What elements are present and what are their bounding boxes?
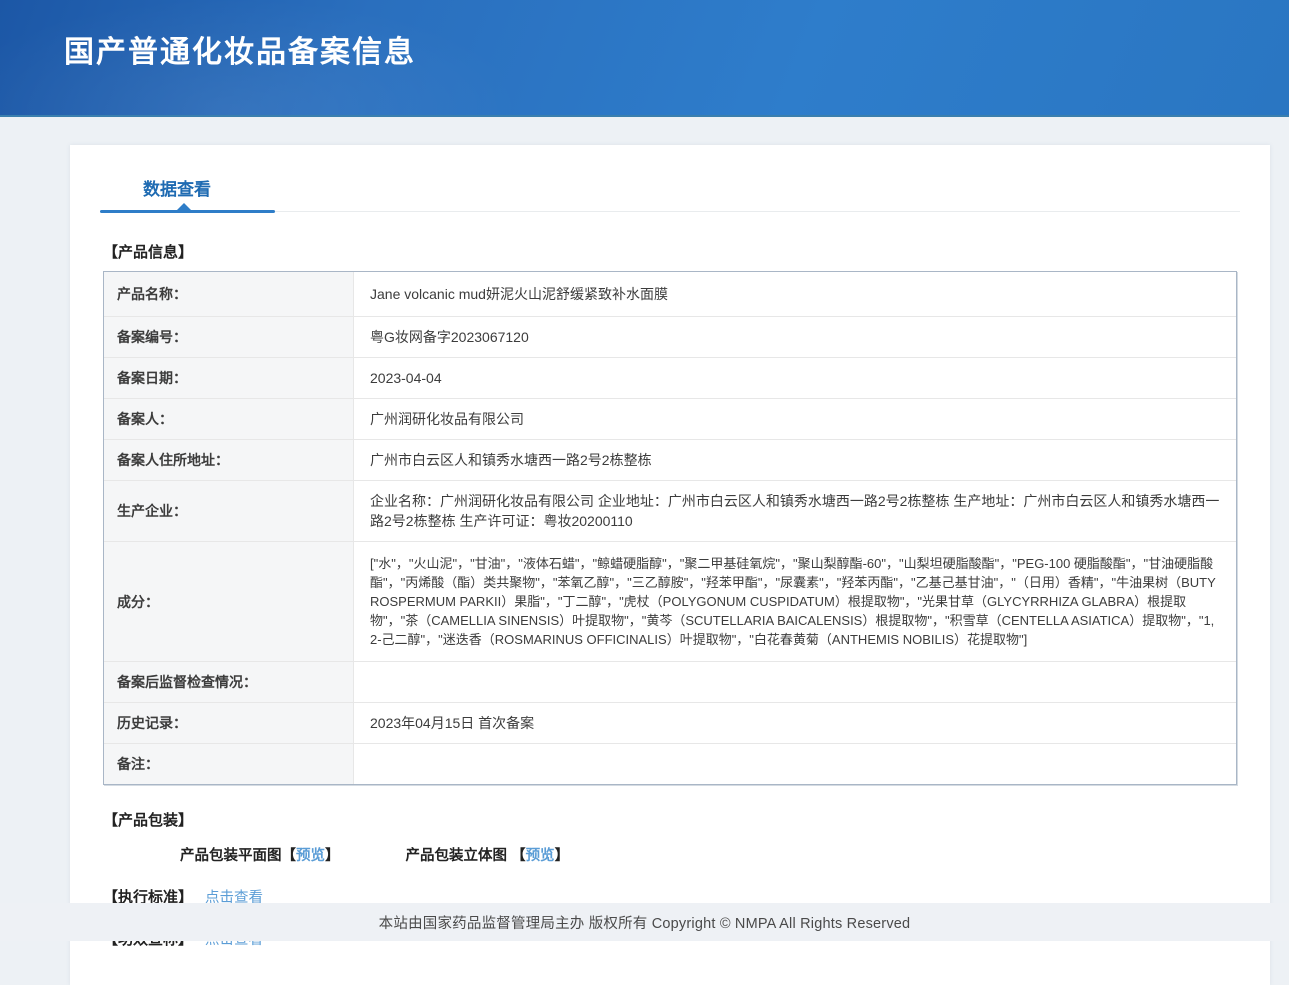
table-row-product-name: 产品名称： Jane volcanic mud妍泥火山泥舒缓紧致补水面膜 <box>104 272 1236 317</box>
bracket-close: 】 <box>555 848 570 864</box>
row-label: 成分： <box>104 542 354 661</box>
row-label: 备案日期： <box>104 358 354 398</box>
bracket-open: 【 <box>511 848 526 864</box>
table-row-registrant-address: 备案人住所地址： 广州市白云区人和镇秀水塘西一路2号2栋整栋 <box>104 440 1236 481</box>
packaging-flat-item: 产品包装平面图【预览】 <box>180 844 340 865</box>
bracket-open: 【 <box>282 848 297 864</box>
copyright-text: 本站由国家药品监督管理局主办 版权所有 Copyright © NMPA All… <box>379 912 911 933</box>
row-label: 备案后监督检查情况： <box>104 662 354 702</box>
row-value: Jane volcanic mud妍泥火山泥舒缓紧致补水面膜 <box>354 272 1236 316</box>
section-packaging-title: 【产品包装】 <box>103 809 1237 830</box>
packaging-stereo-preview-link[interactable]: 预览 <box>526 848 555 864</box>
row-value: 广州润研化妆品有限公司 <box>354 399 1236 439</box>
table-row-ingredients: 成分： ["水"，"火山泥"，"甘油"，"液体石蜡"，"鲸蜡硬脂醇"，"聚二甲基… <box>104 542 1236 662</box>
row-value <box>354 662 1236 702</box>
product-info-table: 产品名称： Jane volcanic mud妍泥火山泥舒缓紧致补水面膜 备案编… <box>103 271 1237 785</box>
row-label: 备案编号： <box>104 317 354 357</box>
tab-bar: 数据查看 <box>70 145 1270 212</box>
row-label: 生产企业： <box>104 481 354 541</box>
row-label: 产品名称： <box>104 272 354 316</box>
row-value: ["水"，"火山泥"，"甘油"，"液体石蜡"，"鲸蜡硬脂醇"，"聚二甲基硅氧烷"… <box>354 542 1236 661</box>
tab-data-view[interactable]: 数据查看 <box>143 175 211 200</box>
packaging-stereo-label: 产品包装立体图 <box>406 848 508 864</box>
packaging-links-row: 产品包装平面图【预览】 产品包装立体图 【预览】 <box>180 844 1237 865</box>
row-label: 备案人住所地址： <box>104 440 354 480</box>
row-value <box>354 744 1236 784</box>
packaging-flat-label: 产品包装平面图 <box>180 848 282 864</box>
table-row-registration-number: 备案编号： 粤G妆网备字2023067120 <box>104 317 1236 358</box>
content-card: 数据查看 【产品信息】 产品名称： Jane volcanic mud妍泥火山泥… <box>70 145 1270 985</box>
page-title: 国产普通化妆品备案信息 <box>0 0 1289 71</box>
table-row-registrant: 备案人： 广州润研化妆品有限公司 <box>104 399 1236 440</box>
packaging-stereo-item: 产品包装立体图 【预览】 <box>406 844 570 865</box>
page-footer: 本站由国家药品监督管理局主办 版权所有 Copyright © NMPA All… <box>0 903 1289 941</box>
section-product-info-title: 【产品信息】 <box>103 241 1237 262</box>
row-value: 广州市白云区人和镇秀水塘西一路2号2栋整栋 <box>354 440 1236 480</box>
tab-divider <box>100 211 1240 212</box>
row-label: 备案人： <box>104 399 354 439</box>
bracket-close: 】 <box>325 848 340 864</box>
packaging-flat-preview-link[interactable]: 预览 <box>296 848 325 864</box>
table-row-manufacturer: 生产企业： 企业名称：广州润研化妆品有限公司 企业地址：广州市白云区人和镇秀水塘… <box>104 481 1236 542</box>
row-value: 2023-04-04 <box>354 358 1236 398</box>
table-row-history: 历史记录： 2023年04月15日 首次备案 <box>104 703 1236 744</box>
row-value: 2023年04月15日 首次备案 <box>354 703 1236 743</box>
tab-caret-icon <box>176 203 192 211</box>
main-content: 【产品信息】 产品名称： Jane volcanic mud妍泥火山泥舒缓紧致补… <box>70 241 1270 949</box>
table-row-registration-date: 备案日期： 2023-04-04 <box>104 358 1236 399</box>
page-header: 国产普通化妆品备案信息 <box>0 0 1289 117</box>
row-value: 粤G妆网备字2023067120 <box>354 317 1236 357</box>
row-label: 历史记录： <box>104 703 354 743</box>
table-row-supervision: 备案后监督检查情况： <box>104 662 1236 703</box>
table-row-remarks: 备注： <box>104 744 1236 784</box>
row-value: 企业名称：广州润研化妆品有限公司 企业地址：广州市白云区人和镇秀水塘西一路2号2… <box>354 481 1236 541</box>
row-label: 备注： <box>104 744 354 784</box>
